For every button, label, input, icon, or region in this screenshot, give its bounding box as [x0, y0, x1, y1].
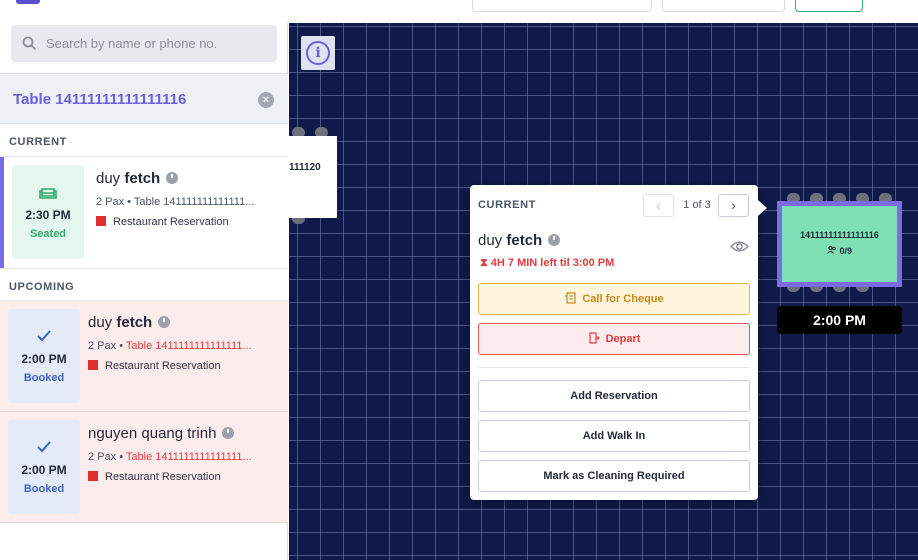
info-icon: i — [306, 41, 330, 65]
reservation-meta: 2 Pax • Table 141111111111111... — [96, 196, 255, 208]
reservation-status-tile: 2:30 PM Seated — [12, 165, 84, 259]
chevron-right-icon: › — [731, 197, 736, 213]
reservation-card-current[interactable]: 2:30 PM Seated duy fetch 2 Pax • Table 1… — [0, 157, 288, 268]
time-remaining: ⧗ 4H 7 MIN left til 3:00 PM — [480, 257, 615, 269]
reservation-card-upcoming[interactable]: 2:00 PM Booked nguyen quang trinh 2 Pax … — [0, 412, 288, 523]
door-exit-icon — [588, 332, 600, 344]
clock-icon — [166, 172, 179, 184]
depart-button[interactable]: Depart — [478, 323, 750, 355]
clock-icon — [158, 316, 171, 328]
clock-icon — [222, 427, 235, 439]
clear-filter-icon[interactable]: × — [258, 92, 274, 108]
popover-guest-name: duy fetch — [478, 232, 561, 249]
search-placeholder: Search by name or phone no. — [46, 36, 218, 51]
reservation-sidebar: Search by name or phone no. Table 141111… — [0, 23, 288, 560]
popover-divider — [478, 367, 750, 368]
reservation-status-tile: 2:00 PM Booked — [8, 420, 80, 514]
reservation-status-tile: 2:00 PM Booked — [8, 309, 80, 403]
table-filter-label: Table 14111111111111116 — [13, 91, 187, 108]
table-time-label: 2:00 PM — [777, 306, 902, 334]
section-upcoming-heading: UPCOMING — [0, 268, 288, 301]
reservation-status: Booked — [23, 372, 65, 384]
reservation-source: Restaurant Reservation — [96, 216, 229, 228]
checkmark-icon — [37, 330, 51, 342]
top-bar — [0, 0, 918, 23]
floor-table[interactable]: 111120 — [289, 136, 337, 218]
chevron-left-icon: ‹ — [656, 197, 661, 213]
reservation-time: 2:00 PM — [21, 352, 67, 366]
guest-name: duy fetch — [96, 170, 179, 187]
reservation-source: Restaurant Reservation — [88, 471, 221, 483]
call-for-cheque-button[interactable]: Call for Cheque — [478, 283, 750, 315]
search-input[interactable]: Search by name or phone no. — [11, 25, 277, 62]
reservation-time: 2:00 PM — [21, 463, 67, 477]
reservation-popover: CURRENT ‹ 1 of 3 › duy fetch ⧗ 4H 7 MIN … — [470, 185, 767, 500]
info-button[interactable]: i — [301, 36, 335, 70]
section-current-heading: CURRENT — [0, 124, 288, 157]
popover-heading: CURRENT — [478, 199, 536, 211]
header-action-button[interactable] — [795, 0, 863, 12]
floor-table-number: 111120 — [289, 162, 321, 173]
reservation-card-upcoming[interactable]: 2:00 PM Booked duy fetch 2 Pax • Table 1… — [0, 301, 288, 412]
guest-name: nguyen quang trinh — [88, 425, 235, 442]
pager-prev-button[interactable]: ‹ — [643, 194, 674, 217]
reservation-source: Restaurant Reservation — [88, 360, 221, 372]
date-select[interactable] — [472, 0, 652, 12]
table-filter: Table 14111111111111116 × — [0, 73, 288, 124]
reservation-status: Booked — [23, 483, 65, 495]
sofa-icon — [39, 188, 57, 199]
pager-count: 1 of 3 — [683, 199, 711, 211]
source-color-icon — [88, 360, 98, 370]
logo — [16, 0, 40, 4]
reservation-meta: 2 Pax • Table 1411111111111111... — [88, 340, 252, 352]
search-icon — [22, 36, 37, 51]
clock-icon — [548, 234, 561, 246]
table-occupancy: 0/9 — [782, 245, 897, 256]
receipt-icon — [565, 292, 576, 304]
guest-name: duy fetch — [88, 314, 171, 331]
reservation-meta: 2 Pax • Table 1411111111111111... — [88, 451, 252, 463]
guests-icon — [827, 245, 836, 254]
hourglass-icon: ⧗ — [480, 257, 488, 269]
source-color-icon — [88, 471, 98, 481]
reservation-time: 2:30 PM — [25, 208, 71, 222]
shift-select[interactable] — [662, 0, 785, 12]
mark-cleaning-button[interactable]: Mark as Cleaning Required — [478, 460, 750, 492]
add-walk-in-button[interactable]: Add Walk In — [478, 420, 750, 452]
checkmark-icon — [37, 441, 51, 453]
eye-icon[interactable] — [730, 240, 749, 253]
table-number: 14111111111111116 — [800, 230, 879, 240]
add-reservation-button[interactable]: Add Reservation — [478, 380, 750, 412]
pager-next-button[interactable]: › — [718, 194, 749, 217]
reservation-status: Seated — [29, 228, 67, 240]
source-color-icon — [96, 216, 106, 226]
selected-table[interactable]: 14111111111111116 0/9 — [777, 201, 902, 287]
